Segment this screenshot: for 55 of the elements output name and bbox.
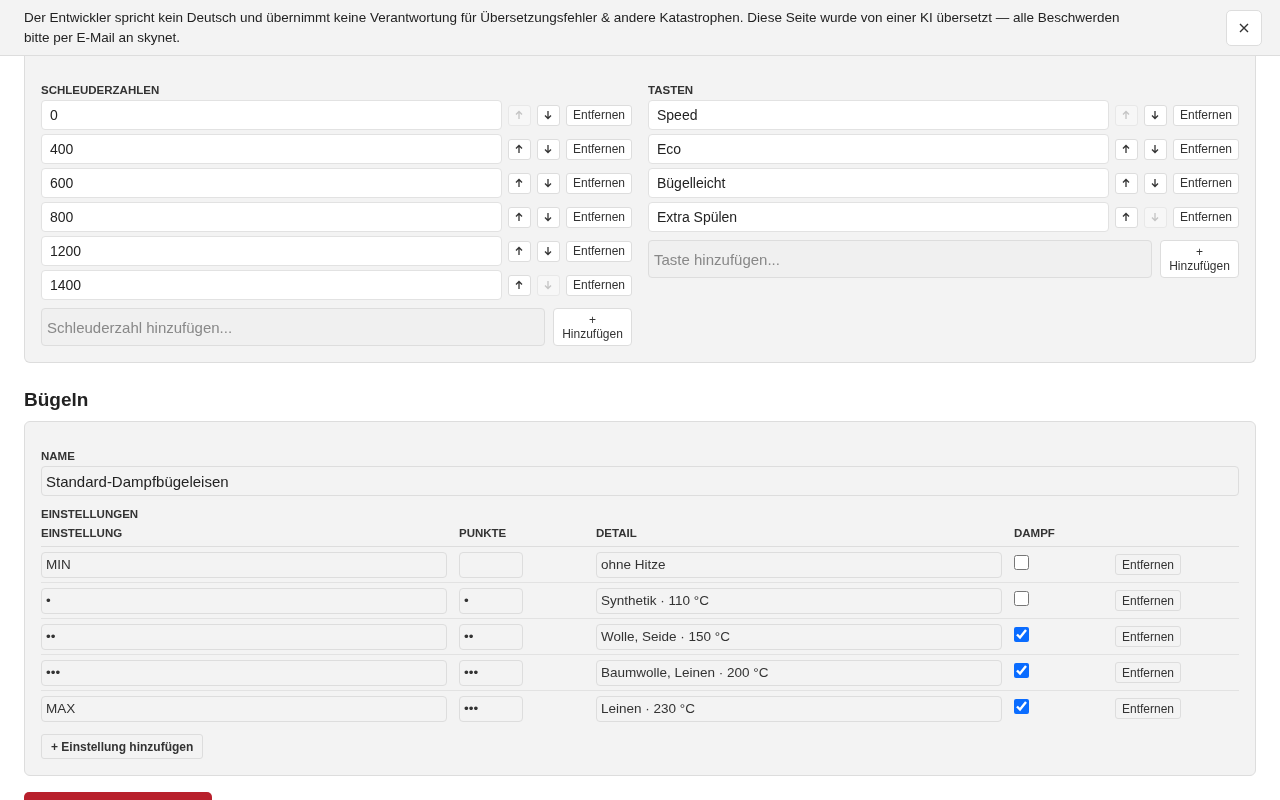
field-label: EINSTELLUNGEN bbox=[41, 508, 140, 520]
detail-field[interactable]: Baumwolle, Leinen · 200 °C bbox=[596, 659, 1002, 686]
value-field[interactable]: Eco bbox=[648, 134, 1109, 164]
remove-button[interactable]: Entfernen bbox=[565, 138, 632, 160]
remove-button[interactable]: Entfernen bbox=[565, 240, 632, 262]
value-field[interactable]: Speed bbox=[648, 100, 1109, 130]
remove-button[interactable]: Entfernen bbox=[1115, 662, 1182, 683]
remove-button[interactable]: Entfernen bbox=[565, 274, 632, 296]
points-field[interactable]: ••• bbox=[459, 659, 523, 686]
add-button[interactable]: + Hinzufügen bbox=[1160, 240, 1239, 278]
column-header: EINSTELLUNG bbox=[41, 527, 124, 539]
setting-field[interactable]: •• bbox=[41, 623, 447, 650]
setting-field[interactable]: MAX bbox=[41, 695, 447, 722]
remove-button[interactable]: Entfernen bbox=[1115, 554, 1182, 575]
column-header: PUNKTE bbox=[459, 527, 508, 539]
value-field[interactable]: 800 bbox=[41, 202, 502, 232]
section-heading: Bügeln bbox=[24, 389, 90, 411]
setting-field[interactable]: • bbox=[41, 587, 447, 614]
value-field[interactable]: Bügelleicht bbox=[648, 168, 1109, 198]
add-field[interactable]: Schleuderzahl hinzufügen... bbox=[41, 308, 545, 346]
add-field[interactable]: Taste hinzufügen... bbox=[648, 240, 1152, 278]
remove-button[interactable]: Entfernen bbox=[1115, 590, 1182, 611]
remove-button[interactable]: Entfernen bbox=[1115, 626, 1182, 647]
column-header: DETAIL bbox=[596, 527, 638, 539]
column-header: DAMPF bbox=[1014, 527, 1056, 539]
remove-button[interactable]: Entfernen bbox=[1172, 172, 1239, 194]
setting-field[interactable]: ••• bbox=[41, 659, 447, 686]
remove-button[interactable]: Entfernen bbox=[565, 104, 632, 126]
detail-field[interactable]: ohne Hitze bbox=[596, 551, 1002, 578]
remove-button[interactable]: Entfernen bbox=[1172, 138, 1239, 160]
value-field[interactable]: Extra Spülen bbox=[648, 202, 1109, 232]
add-button[interactable]: + Hinzufügen bbox=[553, 308, 632, 346]
remove-button[interactable]: Entfernen bbox=[1115, 698, 1182, 719]
remove-button[interactable]: Entfernen bbox=[565, 206, 632, 228]
value-field[interactable]: 1200 bbox=[41, 236, 502, 266]
detail-field[interactable]: Synthetik · 110 °C bbox=[596, 587, 1002, 614]
points-field[interactable]: •• bbox=[459, 623, 523, 650]
points-field[interactable]: • bbox=[459, 587, 523, 614]
section-label: SCHLEUDERZAHLEN bbox=[41, 84, 161, 96]
value-field[interactable]: 0 bbox=[41, 100, 502, 130]
section-label: TASTEN bbox=[648, 84, 695, 96]
remove-button[interactable]: Entfernen bbox=[1172, 206, 1239, 228]
remove-button[interactable]: Entfernen bbox=[565, 172, 632, 194]
remove-button[interactable]: Entfernen bbox=[1172, 104, 1239, 126]
points-field[interactable]: ••• bbox=[459, 695, 523, 722]
value-field[interactable]: 400 bbox=[41, 134, 502, 164]
value-field[interactable]: 600 bbox=[41, 168, 502, 198]
add-setting-button[interactable]: + Einstellung hinzufügen bbox=[41, 734, 204, 759]
value-field[interactable]: 1400 bbox=[41, 270, 502, 300]
detail-field[interactable]: Wolle, Seide · 150 °C bbox=[596, 623, 1002, 650]
name-field[interactable]: Standard-Dampfbügeleisen bbox=[41, 466, 1239, 496]
notice-text: Der Entwickler spricht kein Deutsch und übernimmt keine Verantwortung für Übersetzungsfehler & andere Katastrophen. Diese Seite wurde von einer KI übersetzt — alle Beschwerden bitte per E-Mail an skynet. bbox=[24, 9, 1121, 47]
setting-field[interactable]: MIN bbox=[41, 551, 447, 578]
detail-field[interactable]: Leinen · 230 °C bbox=[596, 695, 1002, 722]
field-label: NAME bbox=[41, 450, 76, 462]
